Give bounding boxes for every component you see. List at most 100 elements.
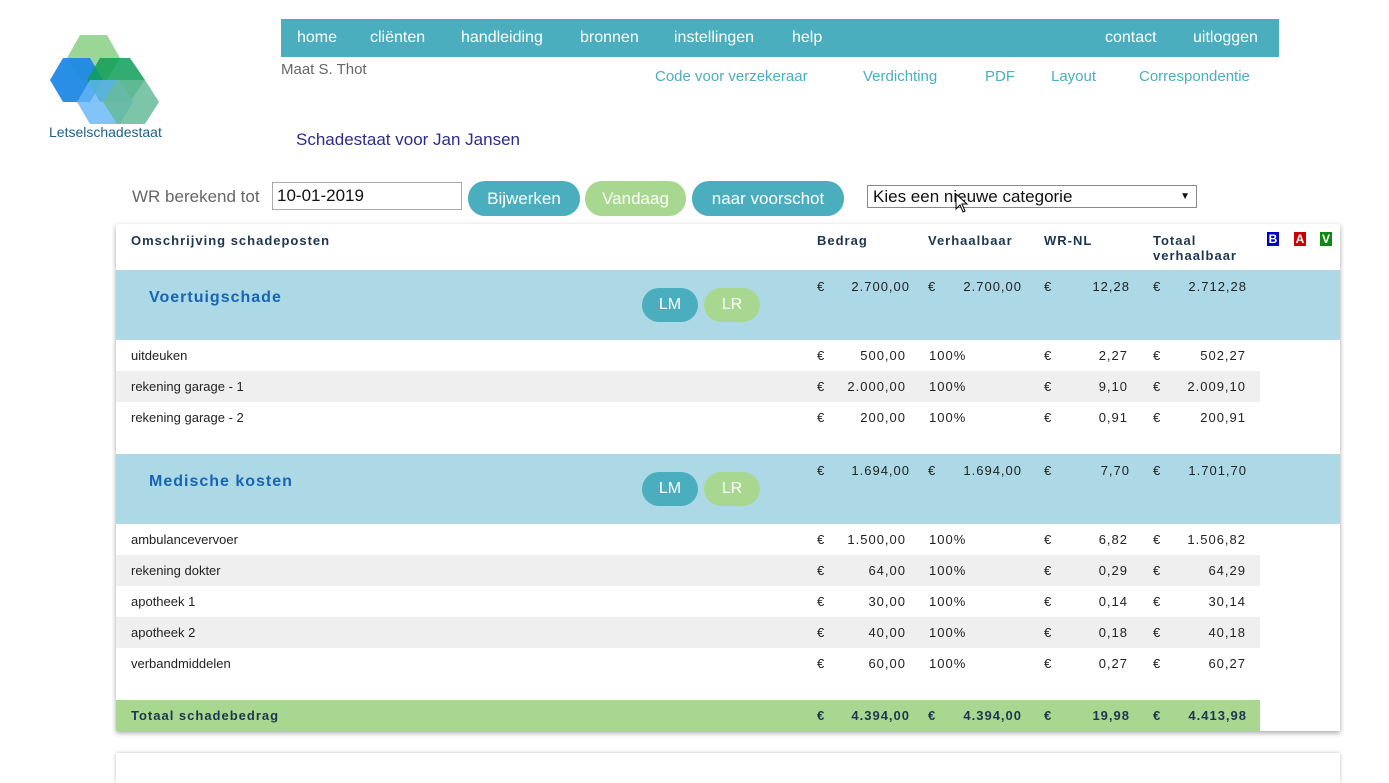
item-desc: rekening garage - 1 [131,379,244,394]
top-navigation: home cliënten handleiding bronnen instel… [281,19,1279,57]
currency-symbol: € [817,379,825,394]
item-bedrag: 2.000,00 [847,379,906,394]
subnav-verdichting[interactable]: Verdichting [863,68,937,85]
currency-symbol: € [817,563,825,578]
item-wr: 6,82 [1098,532,1128,547]
currency-symbol: € [1044,708,1052,723]
currency-symbol: € [1153,625,1161,640]
currency-symbol: € [817,656,825,671]
item-bedrag: 64,00 [868,563,906,578]
nav-uitloggen[interactable]: uitloggen [1193,19,1258,57]
category-title[interactable]: Medische kosten [149,473,293,491]
currency-symbol: € [817,348,825,363]
currency-symbol: € [928,463,936,478]
page-title: Schadestaat voor Jan Jansen [296,130,520,149]
item-totaal: 1.506,82 [1187,532,1246,547]
select-arrow-icon: ▼ [1180,191,1190,202]
nav-bronnen[interactable]: bronnen [580,19,639,57]
item-percentage: 100% [929,563,967,578]
nav-clienten[interactable]: cliënten [370,19,425,57]
item-percentage: 100% [929,379,967,394]
cat-verhaalbaar: 2.700,00 [963,279,1022,294]
currency-symbol: € [1044,625,1052,640]
nav-instellingen[interactable]: instellingen [674,19,754,57]
item-desc: apotheek 1 [131,594,196,609]
cat-wr: 7,70 [1100,463,1130,478]
subnav-code-voor-verzekeraar[interactable]: Code voor verzekeraar [655,68,808,85]
category-title[interactable]: Voertuigschade [149,289,282,307]
flag-a-button[interactable]: A [1294,232,1306,246]
total-wr: 19,98 [1092,708,1130,723]
header-totaal-line-2: verhaalbaar [1153,248,1237,263]
currency-symbol: € [1153,563,1161,578]
currency-symbol: € [1153,708,1161,723]
lm-button[interactable]: LM [642,472,698,506]
next-panel [116,753,1340,783]
flag-b-button[interactable]: B [1267,232,1279,246]
bijwerken-button[interactable]: Bijwerken [468,181,580,216]
schadestaat-table: Omschrijving schadeposten Bedrag Verhaal… [116,224,1340,731]
header-verhaalbaar: Verhaalbaar [928,233,1013,248]
nav-home[interactable]: home [297,19,337,57]
table-row[interactable]: ambulancevervoer € 1.500,00 100% € 6,82 … [116,524,1260,555]
total-bedrag: 4.394,00 [851,708,910,723]
total-label: Totaal schadebedrag [131,708,280,723]
item-bedrag: 500,00 [860,348,906,363]
table-row[interactable]: rekening garage - 1 € 2.000,00 100% € 9,… [116,371,1260,402]
cat-verhaalbaar: 1.694,00 [963,463,1022,478]
item-totaal: 60,27 [1208,656,1246,671]
item-wr: 0,91 [1098,410,1128,425]
table-row[interactable]: verbandmiddelen € 60,00 100% € 0,27 € 60… [116,648,1260,679]
item-bedrag: 60,00 [868,656,906,671]
total-verhaalbaar: 4.394,00 [963,708,1022,723]
flag-v-button[interactable]: V [1320,232,1332,246]
table-row[interactable]: uitdeuken € 500,00 100% € 2,27 € 502,27 [116,340,1260,371]
currency-symbol: € [928,708,936,723]
table-row[interactable]: rekening dokter € 64,00 100% € 0,29 € 64… [116,555,1260,586]
cat-totaal: 1.701,70 [1188,463,1247,478]
category-row-voertuigschade: Voertuigschade LM LR € 2.700,00 € 2.700,… [116,270,1340,340]
item-desc: rekening dokter [131,563,221,578]
currency-symbol: € [1153,279,1161,294]
currency-symbol: € [1153,656,1161,671]
table-row[interactable]: rekening garage - 2 € 200,00 100% € 0,91… [116,402,1260,433]
vandaag-button[interactable]: Vandaag [585,181,686,216]
table-row[interactable]: apotheek 1 € 30,00 100% € 0,14 € 30,14 [116,586,1260,617]
currency-symbol: € [1044,656,1052,671]
category-select-value: Kies een nieuwe categorie [873,187,1073,206]
item-bedrag: 200,00 [860,410,906,425]
subnav-correspondentie[interactable]: Correspondentie [1139,68,1250,85]
currency-symbol: € [817,708,825,723]
currency-symbol: € [817,410,825,425]
lr-button[interactable]: LR [704,472,760,506]
currency-symbol: € [1044,279,1052,294]
subnav-layout[interactable]: Layout [1051,68,1096,85]
lr-button[interactable]: LR [704,288,760,322]
nav-help[interactable]: help [792,19,822,57]
item-totaal: 30,14 [1208,594,1246,609]
item-wr: 0,18 [1098,625,1128,640]
currency-symbol: € [1153,532,1161,547]
item-percentage: 100% [929,410,967,425]
category-select[interactable]: Kies een nieuwe categorie ▼ [867,185,1197,208]
currency-symbol: € [1044,532,1052,547]
subnav-pdf[interactable]: PDF [985,68,1015,85]
currency-symbol: € [1153,379,1161,394]
item-percentage: 100% [929,532,967,547]
nav-contact[interactable]: contact [1105,19,1157,57]
item-bedrag: 30,00 [868,594,906,609]
item-desc: ambulancevervoer [131,532,238,547]
table-row[interactable]: apotheek 2 € 40,00 100% € 0,18 € 40,18 [116,617,1260,648]
header-wr-nl: WR-NL [1044,233,1093,248]
item-desc: rekening garage - 2 [131,410,244,425]
header-bedrag: Bedrag [817,233,868,248]
item-bedrag: 40,00 [868,625,906,640]
nav-handleiding[interactable]: handleiding [461,19,543,57]
item-totaal: 200,91 [1200,410,1246,425]
currency-symbol: € [817,625,825,640]
currency-symbol: € [1044,379,1052,394]
item-totaal: 502,27 [1200,348,1246,363]
wr-date-input[interactable] [272,182,462,210]
naar-voorschot-button[interactable]: naar voorschot [692,181,844,216]
lm-button[interactable]: LM [642,288,698,322]
